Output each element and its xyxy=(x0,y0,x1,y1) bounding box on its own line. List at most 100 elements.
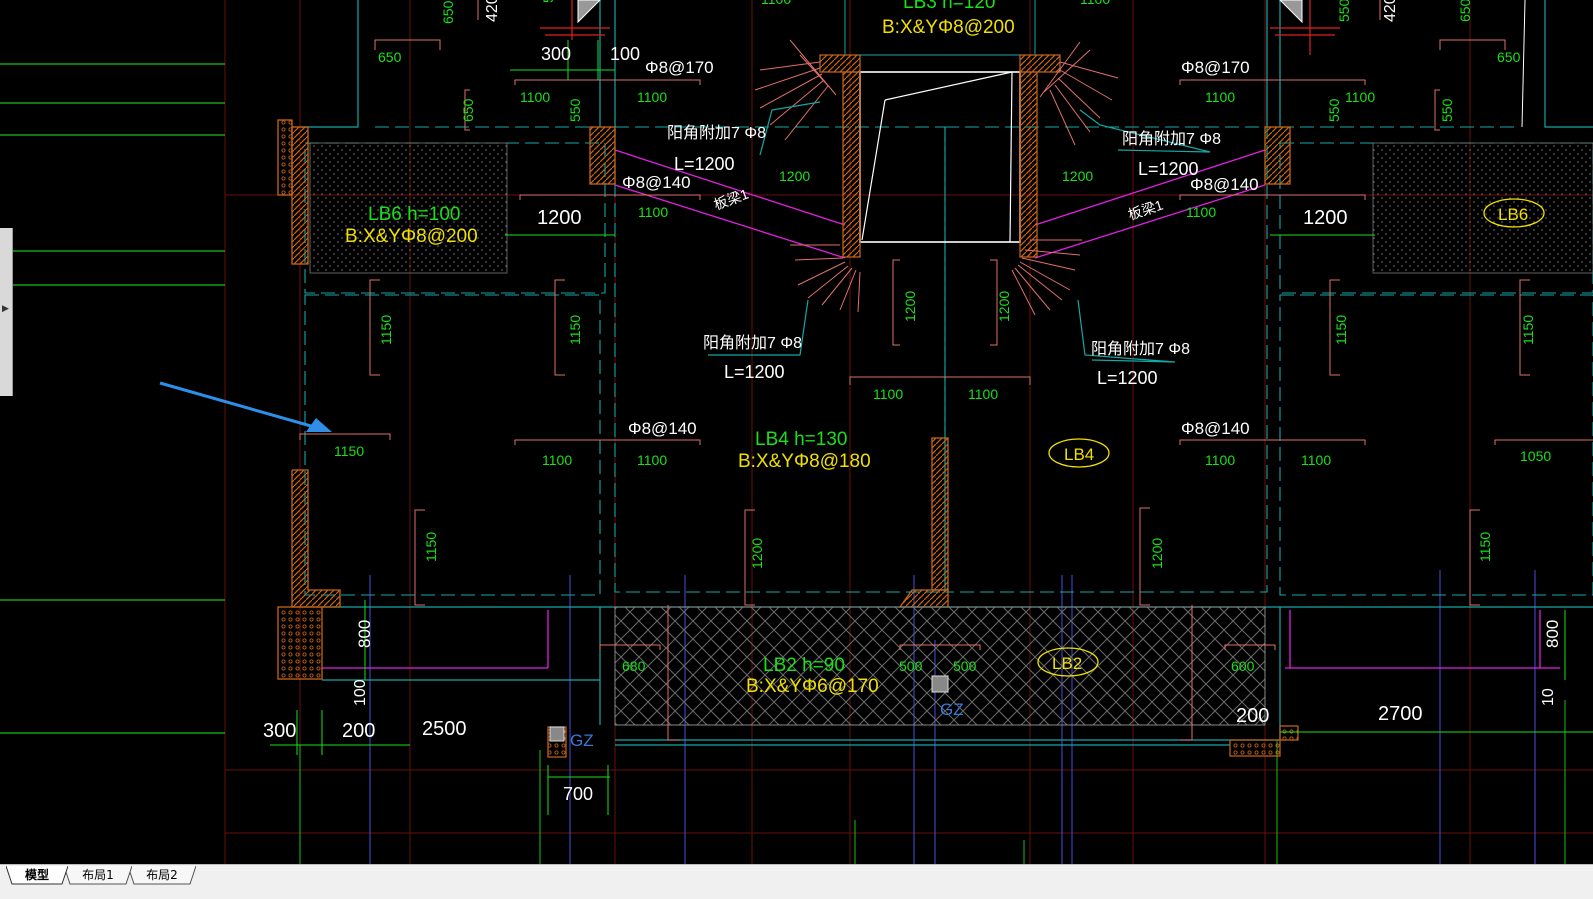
annotation-arrow xyxy=(159,381,332,432)
side-panel-toggle[interactable]: ▶ xyxy=(0,228,13,396)
corner-note-line2: L=1200 xyxy=(1097,368,1158,388)
dim-text: 1100 xyxy=(1205,89,1235,105)
dim-text: 1200 xyxy=(537,207,582,229)
rebar-label: Φ8@140 xyxy=(1190,175,1259,194)
slab-lb2-rebar: B:X&YΦ6@170 xyxy=(746,676,879,697)
dim-text: 10 xyxy=(1540,688,1557,706)
dim-text: 700 xyxy=(563,784,593,804)
dim-text: 1100 xyxy=(1186,204,1216,220)
dim-text: 1150 xyxy=(378,315,394,345)
stipple-slabs xyxy=(309,142,1593,726)
slab-tag-lb6: LB6 xyxy=(1498,205,1528,224)
dim-text: 1100 xyxy=(520,89,550,105)
rebar-label: Φ8@140 xyxy=(628,419,697,438)
drawing-canvas[interactable]: LB6 h=100 LB4 h=130 LB2 h=90 LB3 h=120 B… xyxy=(0,0,1593,864)
dim-text: 300 xyxy=(263,720,296,742)
layout-tab-bar: 布局2 布局1 模型 xyxy=(0,864,1593,899)
dim-text: 600 xyxy=(1231,658,1255,674)
slab-lb2-name: LB2 h=90 xyxy=(763,655,845,676)
triangle-right-icon: ▶ xyxy=(2,304,9,314)
dim-text: 1200 xyxy=(1062,168,1093,184)
corner-note-line1: 阳角附加7 Φ8 xyxy=(703,334,802,352)
tab-label: 布局1 xyxy=(82,868,114,882)
dim-text: 1200 xyxy=(996,291,1012,322)
dim-text: 1100 xyxy=(637,89,667,105)
dim-text: 1100 xyxy=(542,452,572,468)
dim-text: 1100 xyxy=(1345,89,1375,105)
left-green-lines xyxy=(0,63,225,734)
dim-text: 200 xyxy=(342,720,375,742)
tab-label: 模型 xyxy=(24,868,49,882)
dim-text: 1100 xyxy=(1205,452,1235,468)
rebar-label: Φ8@170 xyxy=(645,58,714,77)
dim-text: 1100 xyxy=(968,386,998,402)
dim-text: 100 xyxy=(352,679,369,706)
dim-text: 420 xyxy=(1382,0,1399,22)
slab-tag-lb2: LB2 xyxy=(1052,654,1082,673)
dim-text: 500 xyxy=(899,658,923,674)
dim-text: 420 xyxy=(484,0,501,22)
tab-layout2[interactable]: 布局2 xyxy=(128,866,196,885)
dim-text: 550 xyxy=(540,0,556,3)
dim-text: 650 xyxy=(378,49,402,65)
dim-text: 200 xyxy=(1236,705,1269,727)
cad-drawing: LB6 h=100 LB4 h=130 LB2 h=90 LB3 h=120 B… xyxy=(0,0,1593,864)
corner-rebar-notes: 阳角附加7 Φ8 L=1200 阳角附加7 Φ8 L=1200 阳角附加7 Φ8… xyxy=(667,124,1221,388)
dim-text: 800 xyxy=(1543,620,1562,648)
dim-text: 550 xyxy=(1336,0,1352,22)
dim-text: 1200 xyxy=(1303,207,1348,229)
dim-text: 1100 xyxy=(1301,452,1331,468)
dim-text: 550 xyxy=(567,98,583,122)
dim-text: 2700 xyxy=(1378,703,1423,725)
dim-text: 300 xyxy=(541,44,571,64)
dim-text: 1100 xyxy=(1080,0,1110,7)
dim-text: 1050 xyxy=(1520,448,1551,464)
slab-lb4-rebar: B:X&YΦ8@180 xyxy=(738,451,871,472)
dim-text: 1200 xyxy=(902,291,918,322)
dim-text: 680 xyxy=(622,658,646,674)
dim-text: 650 xyxy=(440,0,456,24)
dim-text: 1100 xyxy=(761,0,791,7)
dim-text: 1100 xyxy=(873,386,903,402)
lift-opening xyxy=(819,0,1061,258)
dim-text: 550 xyxy=(1439,98,1455,122)
dim-text: 800 xyxy=(355,620,374,648)
dim-text: 650 xyxy=(1497,49,1521,65)
tab-layout1[interactable]: 布局1 xyxy=(64,866,132,885)
dim-text: 1200 xyxy=(749,538,765,569)
dim-text: 100 xyxy=(610,44,640,64)
dim-text: 1150 xyxy=(1520,315,1536,345)
corner-note-line2: L=1200 xyxy=(1138,159,1199,179)
dim-text: 1150 xyxy=(1477,532,1493,562)
slab-lb6-name: LB6 h=100 xyxy=(368,204,460,225)
slab-tag-lb4: LB4 xyxy=(1064,445,1094,464)
dim-text: 1150 xyxy=(567,315,583,345)
rebar-label: Φ8@140 xyxy=(1181,419,1250,438)
corner-note-line2: L=1200 xyxy=(724,362,785,382)
dim-text: 1100 xyxy=(637,452,667,468)
dim-text: 500 xyxy=(953,658,977,674)
dim-text: 1150 xyxy=(423,532,439,562)
rebar-label: Φ8@170 xyxy=(1181,58,1250,77)
rebar-label: Φ8@140 xyxy=(622,173,691,192)
slab-lb6-rebar: B:X&YΦ8@200 xyxy=(345,226,478,247)
dim-text: 1100 xyxy=(638,204,668,220)
rebar-spacing-labels: Φ8@170 Φ8@170 Φ8@140 Φ8@140 Φ8@140 Φ8@14… xyxy=(622,58,1259,438)
dim-text: 1150 xyxy=(334,443,364,459)
gz-label: GZ xyxy=(940,700,964,719)
dim-text: 2500 xyxy=(422,718,467,740)
tab-model[interactable]: 模型 xyxy=(6,866,68,885)
slab-lb3-rebar: B:X&YΦ8@200 xyxy=(882,17,1015,38)
corner-note-line2: L=1200 xyxy=(674,154,735,174)
tab-label: 布局2 xyxy=(146,868,178,882)
dim-text: 1150 xyxy=(1333,315,1349,345)
slab-lb4-name: LB4 h=130 xyxy=(755,429,847,450)
slab-lb3-name: LB3 h=120 xyxy=(903,0,995,13)
dim-text: 1200 xyxy=(779,168,810,184)
gz-label: GZ xyxy=(570,731,594,750)
dim-text: 550 xyxy=(1326,98,1342,122)
dim-text: 1200 xyxy=(1149,538,1165,569)
dim-text: 650 xyxy=(1457,0,1473,22)
corner-note-line1: 阳角附加7 Φ8 xyxy=(667,124,766,142)
dim-text: 650 xyxy=(460,98,476,122)
